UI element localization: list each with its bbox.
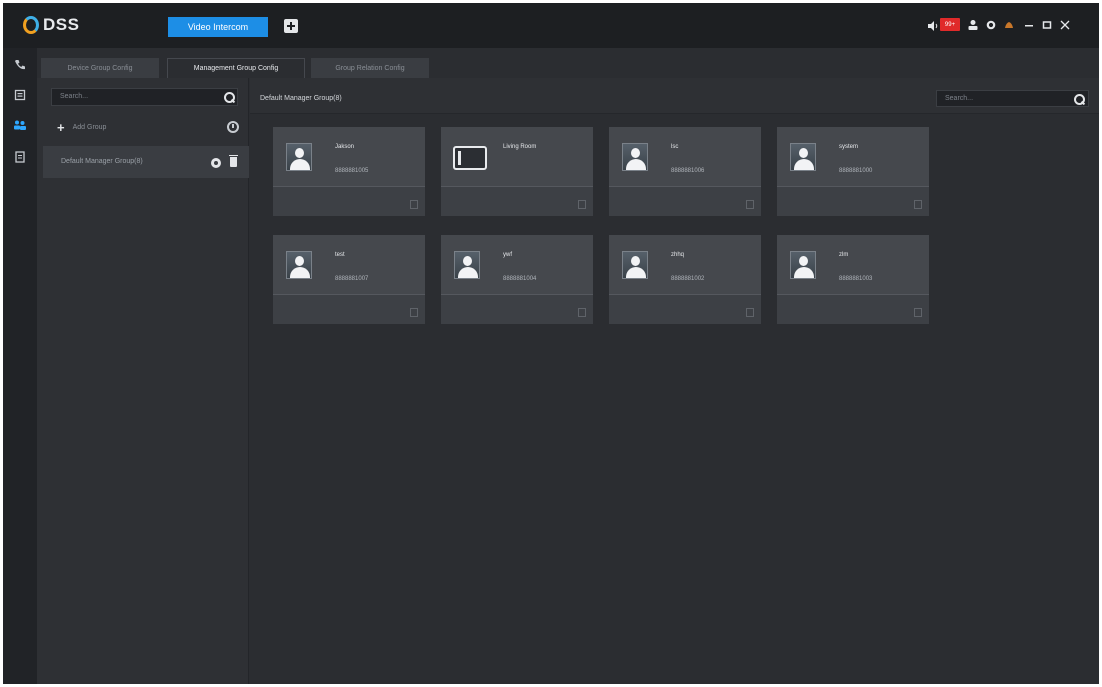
member-name: Jakson	[335, 144, 355, 150]
phone-icon[interactable]	[8, 54, 32, 76]
restore-icon[interactable]	[1039, 17, 1055, 33]
member-name: zlm	[839, 252, 849, 258]
member-card[interactable]: test 8888881007	[273, 235, 425, 324]
group-title: Default Manager Group(8)	[260, 95, 342, 102]
member-number: 8888881006	[671, 168, 705, 174]
member-card[interactable]: ywf 8888881004	[441, 235, 593, 324]
user-avatar-icon	[286, 143, 312, 171]
member-card[interactable]: system 8888881000	[777, 127, 929, 216]
edit-icon[interactable]	[410, 308, 418, 317]
logo-text: DSS	[43, 15, 80, 34]
member-number: 8888881002	[671, 276, 705, 282]
member-number: 8888881003	[839, 276, 873, 282]
title-bar: DSS Video Intercom 99+	[3, 3, 1099, 48]
search-icon[interactable]	[1073, 93, 1085, 105]
member-name: zhhq	[671, 252, 685, 258]
user-avatar-icon	[286, 251, 312, 279]
app-window: DSS Video Intercom 99+ Device Group Conf…	[3, 3, 1099, 684]
user-avatar-icon	[790, 251, 816, 279]
gear-icon[interactable]	[211, 158, 221, 168]
tab-device-group-config[interactable]: Device Group Config	[41, 58, 159, 78]
member-card[interactable]: Living Room	[441, 127, 593, 216]
member-card[interactable]: Jakson 8888881005	[273, 127, 425, 216]
member-number: 8888881000	[839, 168, 873, 174]
edit-icon[interactable]	[914, 308, 922, 317]
minimize-icon[interactable]	[1021, 17, 1037, 33]
edit-icon[interactable]	[410, 200, 418, 209]
member-card[interactable]: lsc 8888881006	[609, 127, 761, 216]
member-number: 8888881007	[335, 276, 369, 282]
group-search-input[interactable]: Search...	[51, 88, 238, 106]
main-content: Default Manager Group(8) Search... Jakso…	[250, 78, 1099, 684]
search-placeholder: Search...	[945, 95, 974, 102]
member-name: test	[335, 252, 345, 258]
member-card[interactable]: zhhq 8888881002	[609, 235, 761, 324]
alarm-bell-icon[interactable]	[1001, 17, 1017, 33]
video-intercom-tab[interactable]: Video Intercom	[168, 17, 268, 37]
group-list-item[interactable]: Default Manager Group(8)	[43, 146, 249, 178]
config-subtabs: Device Group Config Management Group Con…	[37, 48, 1099, 78]
add-group-label: Add Group	[72, 123, 107, 131]
edit-icon[interactable]	[746, 308, 754, 317]
member-number: 8888881005	[335, 168, 369, 174]
trash-icon[interactable]	[229, 155, 238, 167]
member-name: system	[839, 144, 859, 150]
member-name: ywf	[503, 252, 512, 258]
group-panel: Search... + Add Group Default Manager Gr…	[37, 78, 249, 684]
add-module-icon[interactable]	[284, 19, 298, 33]
close-icon[interactable]	[1057, 17, 1073, 33]
users-icon[interactable]	[8, 114, 32, 136]
search-icon[interactable]	[223, 91, 235, 103]
user-avatar-icon	[622, 143, 648, 171]
plus-icon: +	[57, 119, 65, 135]
refresh-icon[interactable]	[227, 121, 239, 133]
tab-group-relation-config[interactable]: Group Relation Config	[311, 58, 429, 78]
edit-icon[interactable]	[746, 200, 754, 209]
member-search-input[interactable]: Search...	[936, 90, 1089, 107]
edit-icon[interactable]	[578, 308, 586, 317]
member-name: lsc	[671, 144, 679, 150]
alarm-badge[interactable]: 99+	[940, 18, 960, 31]
user-icon[interactable]	[965, 17, 981, 33]
document-icon[interactable]	[8, 146, 32, 168]
search-placeholder: Search...	[60, 93, 89, 100]
member-name: Living Room	[503, 144, 537, 150]
tab-management-group-config[interactable]: Management Group Config	[167, 58, 305, 78]
left-icon-rail	[3, 48, 37, 684]
app-logo: DSS	[23, 13, 79, 37]
add-group-button[interactable]: + Add Group	[57, 119, 107, 135]
settings-icon[interactable]	[983, 17, 999, 33]
edit-icon[interactable]	[578, 200, 586, 209]
main-header: Default Manager Group(8) Search...	[250, 78, 1099, 114]
group-name: Default Manager Group(8)	[61, 158, 143, 165]
member-number: 8888881004	[503, 276, 537, 282]
indoor-monitor-icon	[453, 146, 487, 170]
dss-logo-icon	[23, 14, 39, 36]
edit-icon[interactable]	[914, 200, 922, 209]
member-card[interactable]: zlm 8888881003	[777, 235, 929, 324]
monitor-icon[interactable]	[8, 84, 32, 106]
user-avatar-icon	[454, 251, 480, 279]
user-avatar-icon	[790, 143, 816, 171]
user-avatar-icon	[622, 251, 648, 279]
speaker-icon[interactable]	[927, 17, 939, 35]
